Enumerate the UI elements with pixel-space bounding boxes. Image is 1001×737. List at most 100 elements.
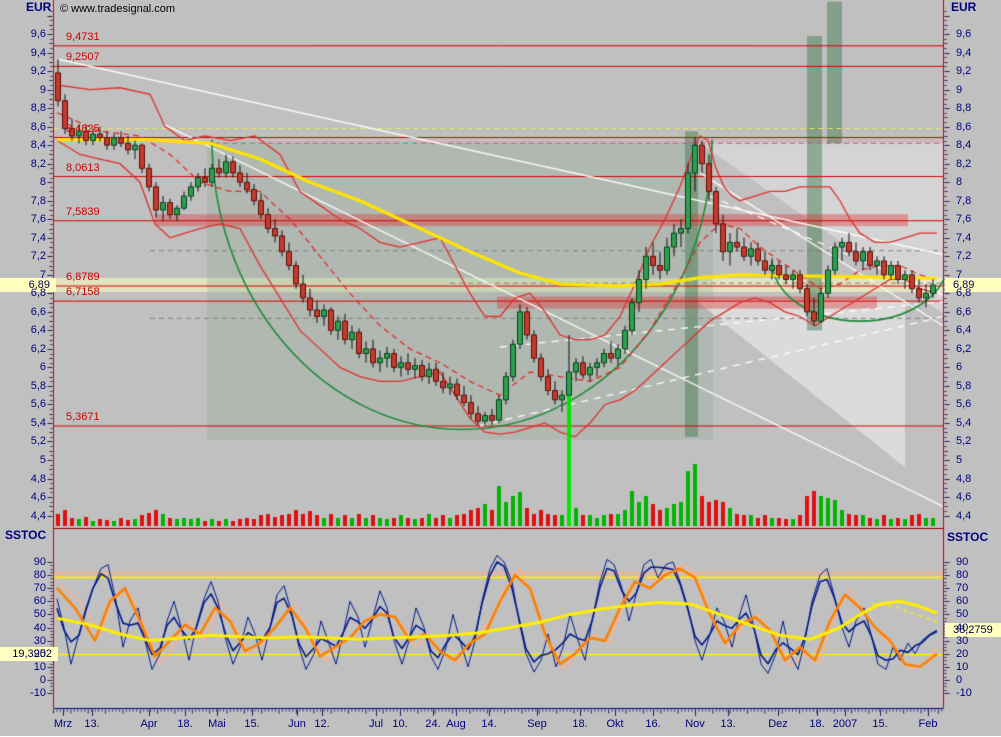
price-tick-label-right: 8: [956, 176, 962, 189]
tradesignal-chart-window: EUR EUR © www.tradesignal.com SSTOC SSTO…: [0, 0, 1001, 737]
price-tick-label-right: 8,8: [956, 102, 971, 115]
price-tick-label-right: 9,4: [956, 47, 971, 60]
price-tick-label-right: 5,4: [956, 417, 971, 430]
price-tick-label-left: 7,2: [0, 250, 46, 263]
indicator-label-right: SSTOC: [947, 531, 988, 544]
price-level-label: 5,3671: [66, 411, 100, 424]
price-level-label: 8,4825: [66, 123, 100, 136]
sstoc-tick-label-left: 40: [0, 622, 46, 635]
price-tick-label-right: 9,6: [956, 28, 971, 41]
price-tick-label-right: 8,6: [956, 121, 971, 134]
sstoc-tick-label-right: 0: [956, 674, 962, 687]
sstoc-tick-label-left: 30: [0, 635, 46, 648]
x-axis-label: 15.: [230, 718, 274, 730]
price-tick-label-left: 9: [0, 84, 46, 97]
sstoc-tick-label-right: 10: [956, 661, 968, 674]
sstoc-tick-label-left: 0: [0, 674, 46, 687]
price-tick-label-left: 5,6: [0, 398, 46, 411]
price-tick-label-right: 6,4: [956, 324, 971, 337]
price-tick-label-right: 7,6: [956, 213, 971, 226]
sstoc-tick-label-left: 70: [0, 582, 46, 595]
current-price-box-right: 6,89: [945, 278, 1001, 292]
sstoc-tick-label-right: 70: [956, 582, 968, 595]
price-level-label: 7,5839: [66, 206, 100, 219]
price-tick-label-left: 8,4: [0, 139, 46, 152]
sstoc-tick-label-right: -10: [956, 687, 972, 700]
price-tick-label-right: 6,2: [956, 343, 971, 356]
price-level-label: 9,4731: [66, 31, 100, 44]
sstoc-tick-label-right: 40: [956, 622, 968, 635]
price-tick-label-right: 8,4: [956, 139, 971, 152]
sstoc-tick-label-left: 10: [0, 661, 46, 674]
price-tick-label-left: 6,2: [0, 343, 46, 356]
price-level-label: 8,0613: [66, 162, 100, 175]
currency-label-left: EUR: [26, 1, 51, 14]
price-tick-label-right: 4,6: [956, 491, 971, 504]
price-level-label: 6,8789: [66, 271, 100, 284]
x-axis-label: 16.: [631, 718, 675, 730]
price-tick-label-left: 7,6: [0, 213, 46, 226]
sstoc-tick-label-right: 80: [956, 569, 968, 582]
price-tick-label-left: 8: [0, 176, 46, 189]
price-tick-label-right: 7: [956, 269, 962, 282]
x-axis-label: Dez: [756, 718, 800, 730]
x-axis-label: 13.: [706, 718, 750, 730]
indicator-label-left: SSTOC: [5, 529, 46, 542]
x-axis-label: Sep: [515, 718, 559, 730]
x-axis-label: 14.: [467, 718, 511, 730]
copyright-text: © www.tradesignal.com: [60, 3, 175, 16]
x-axis-label: 13.: [70, 718, 114, 730]
price-tick-label-left: 4,4: [0, 510, 46, 523]
price-tick-label-right: 5,8: [956, 380, 971, 393]
price-level-label: 9,2507: [66, 51, 100, 64]
price-tick-label-left: 5: [0, 454, 46, 467]
price-tick-label-right: 5: [956, 454, 962, 467]
price-tick-label-right: 4,8: [956, 473, 971, 486]
sstoc-tick-label-right: 50: [956, 608, 968, 621]
price-tick-label-left: 7: [0, 269, 46, 282]
sstoc-tick-label-left: 90: [0, 556, 46, 569]
price-tick-label-left: 4,8: [0, 473, 46, 486]
price-tick-label-left: 8,2: [0, 158, 46, 171]
sstoc-tick-label-right: 60: [956, 595, 968, 608]
price-tick-label-right: 6,6: [956, 306, 971, 319]
price-tick-label-left: 7,4: [0, 232, 46, 245]
price-tick-label-left: 5,8: [0, 380, 46, 393]
price-tick-label-left: 8,8: [0, 102, 46, 115]
price-tick-label-right: 7,2: [956, 250, 971, 263]
price-tick-label-left: 9,2: [0, 65, 46, 78]
price-tick-label-right: 4,4: [956, 510, 971, 523]
price-tick-label-left: 8,6: [0, 121, 46, 134]
sstoc-tick-label-right: 30: [956, 635, 968, 648]
price-level-label: 6,7158: [66, 286, 100, 299]
price-tick-label-right: 9,2: [956, 65, 971, 78]
price-tick-label-right: 9: [956, 84, 962, 97]
price-tick-label-left: 5,2: [0, 435, 46, 448]
sstoc-tick-label-right: 90: [956, 556, 968, 569]
price-tick-label-left: 9,6: [0, 28, 46, 41]
price-tick-label-left: 6,6: [0, 306, 46, 319]
sstoc-value-box-right: 38,2759: [945, 623, 1001, 637]
sstoc-tick-label-right: 20: [956, 648, 968, 661]
x-axis-label: 12.: [300, 718, 344, 730]
price-tick-label-left: 6,8: [0, 287, 46, 300]
chart-canvas[interactable]: [0, 0, 1001, 736]
price-tick-label-right: 7,4: [956, 232, 971, 245]
price-tick-label-right: 5,2: [956, 435, 971, 448]
x-axis-label: 15.: [858, 718, 902, 730]
sstoc-tick-label-left: 60: [0, 595, 46, 608]
price-tick-label-left: 6: [0, 361, 46, 374]
currency-label-right: EUR: [951, 1, 976, 14]
price-tick-label-right: 8,2: [956, 158, 971, 171]
price-tick-label-right: 5,6: [956, 398, 971, 411]
price-tick-label-right: 6: [956, 361, 962, 374]
x-axis-label: Feb: [906, 718, 950, 730]
price-tick-label-left: 6,4: [0, 324, 46, 337]
price-tick-label-left: 4,6: [0, 491, 46, 504]
sstoc-tick-label-left: 20: [0, 648, 46, 661]
price-tick-label-left: 5,4: [0, 417, 46, 430]
price-tick-label-left: 9,4: [0, 47, 46, 60]
price-tick-label-right: 7,8: [956, 195, 971, 208]
sstoc-tick-label-left: 80: [0, 569, 46, 582]
price-tick-label-left: 7,8: [0, 195, 46, 208]
